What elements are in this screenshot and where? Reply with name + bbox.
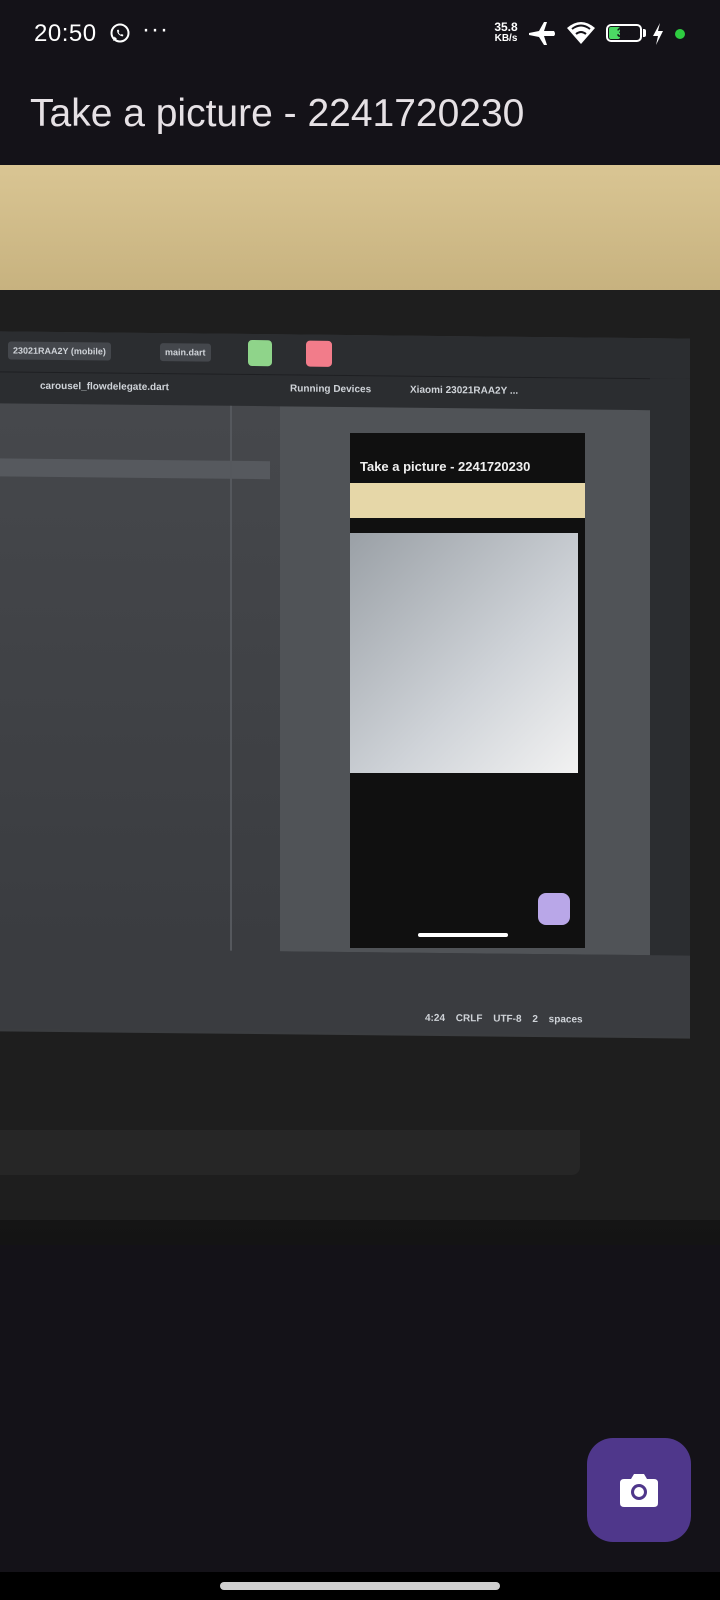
ide-status-text: 4:24 CRLF UTF-8 2 spaces (425, 1012, 583, 1026)
preview-mirrored-home-indicator (418, 933, 508, 937)
gesture-bar (0, 1572, 720, 1600)
network-speed-value: 35.8 (494, 20, 518, 34)
preview-mirrored-shot (350, 533, 578, 773)
preview-mirrored-title: Take a picture - 2241720230 (360, 459, 531, 474)
notification-dot (675, 29, 685, 39)
preview-mirrored-wall (350, 483, 585, 518)
ide-stop-icon (306, 340, 332, 367)
airplane-icon (527, 20, 557, 53)
ide-run-icon (248, 339, 272, 367)
ide-editor-rule (230, 405, 232, 951)
preview-laptop-screen: 23021RAA2Y (mobile) main.dart carousel_f… (0, 331, 690, 1039)
ide-side-toolbar (650, 378, 690, 979)
network-speed: 35.8 KB/s (488, 20, 524, 44)
app-bar: Take a picture - 2241720230 (0, 70, 720, 165)
preview-wall (0, 165, 720, 290)
whatsapp-icon (109, 22, 131, 49)
more-notifications-icon: ··· (142, 16, 169, 43)
home-indicator[interactable] (220, 1582, 500, 1590)
preview-mirrored-camera-button (538, 893, 570, 925)
page-title: Take a picture - 2241720230 (30, 92, 525, 135)
battery-icon: 35 (606, 24, 642, 42)
camera-preview: 23021RAA2Y (mobile) main.dart carousel_f… (0, 165, 720, 1245)
battery-level-text: 35 (616, 25, 632, 40)
preview-laptop-hinge (0, 1130, 580, 1175)
battery-tip (643, 29, 646, 37)
ide-device-tab: Xiaomi 23021RAA2Y ... (410, 384, 519, 397)
ide-editor (0, 403, 280, 952)
ide-running-devices-tab: Running Devices (290, 383, 372, 396)
ide-editor-tab: carousel_flowdelegate.dart (40, 380, 169, 394)
wifi-icon (566, 20, 596, 51)
ide-file-chip: main.dart (160, 343, 211, 362)
preview-phone-mirror: Take a picture - 2241720230 (350, 433, 585, 948)
ide-status-line: 4:24 CRLF UTF-8 2 spaces (0, 948, 690, 1036)
ide-device-chip: 23021RAA2Y (mobile) (8, 341, 111, 361)
network-speed-unit: KB/s (494, 33, 518, 44)
camera-icon (618, 1471, 660, 1512)
take-picture-button[interactable] (587, 1438, 691, 1542)
status-time: 20:50 (34, 20, 97, 47)
charging-bolt-icon (651, 22, 665, 51)
status-bar: 20:50 ··· 35.8 KB/s 35 (0, 0, 720, 70)
